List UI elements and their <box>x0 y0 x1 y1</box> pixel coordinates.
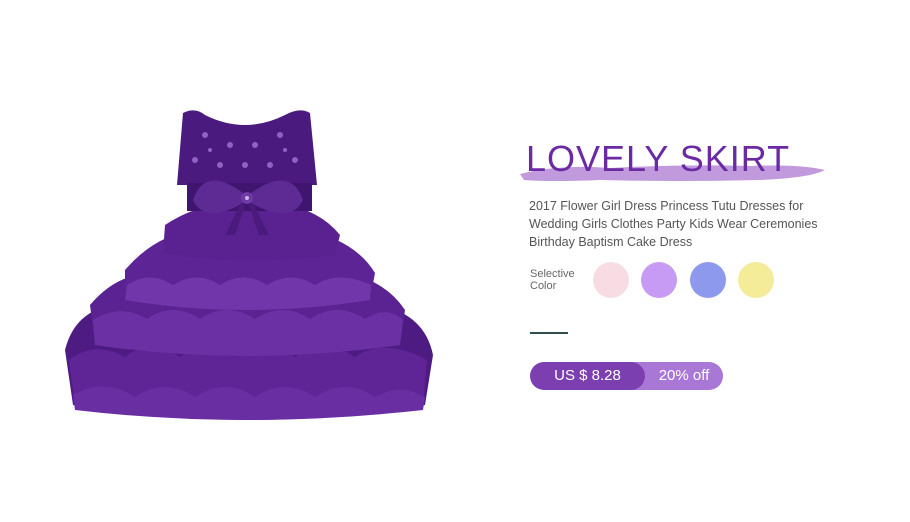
color-swatch-pink[interactable] <box>593 262 629 298</box>
section-divider <box>530 332 568 334</box>
discount-label: 20% off <box>658 367 710 384</box>
product-description: 2017 Flower Girl Dress Princess Tutu Dre… <box>529 199 818 249</box>
price-label: US $ 8.28 <box>530 362 645 390</box>
product-image <box>55 105 440 435</box>
color-swatch-periwinkle[interactable] <box>690 262 726 298</box>
headline-block: LOVELY SKIRT <box>520 138 825 188</box>
price-button[interactable]: US $ 8.28 20% off <box>530 362 723 390</box>
dress-illustration <box>65 110 433 420</box>
color-swatch-lavender[interactable] <box>641 262 677 298</box>
headline: LOVELY SKIRT <box>526 138 791 179</box>
color-swatch-pale-yellow[interactable] <box>738 262 774 298</box>
color-selector-label: Selective Color <box>530 268 575 292</box>
